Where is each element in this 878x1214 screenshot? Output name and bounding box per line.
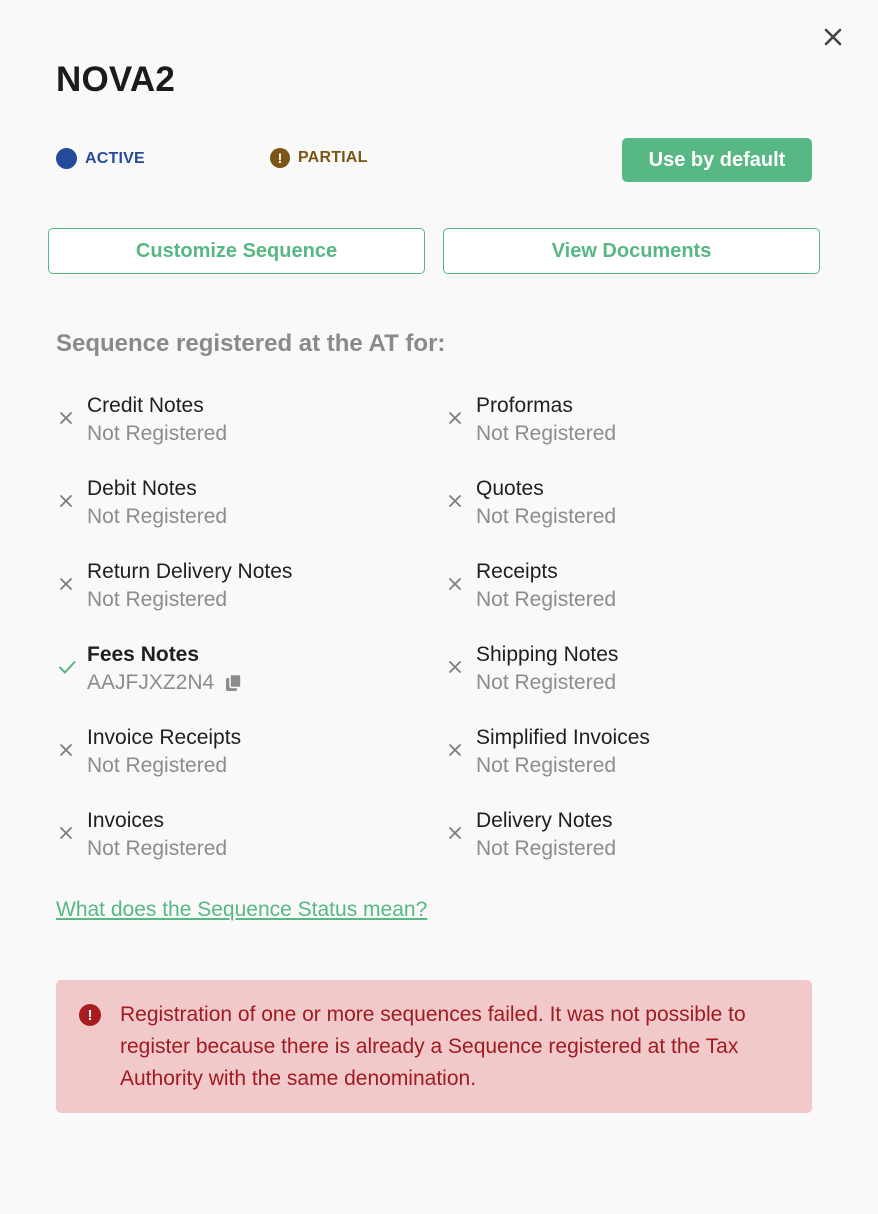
doc-item-debit-notes: Debit Notes Not Registered xyxy=(56,475,445,558)
close-icon xyxy=(824,28,842,46)
doc-name: Credit Notes xyxy=(87,394,204,417)
error-alert: ! Registration of one or more sequences … xyxy=(56,980,812,1113)
section-title: Sequence registered at the AT for: xyxy=(56,330,446,357)
x-icon xyxy=(56,558,87,597)
use-by-default-button[interactable]: Use by default xyxy=(622,138,812,182)
doc-name: Return Delivery Notes xyxy=(87,560,293,583)
doc-item-return-delivery-notes: Return Delivery Notes Not Registered xyxy=(56,558,445,641)
doc-item-quotes: Quotes Not Registered xyxy=(445,475,826,558)
doc-item-credit-notes: Credit Notes Not Registered xyxy=(56,392,445,475)
doc-item-fees-notes: Fees Notes AAJFJXZ2N4 xyxy=(56,641,445,724)
status-partial-label: PARTIAL xyxy=(298,149,368,166)
doc-status: Not Registered xyxy=(87,837,228,860)
doc-item-proformas: Proformas Not Registered xyxy=(445,392,826,475)
error-icon: ! xyxy=(79,1004,101,1026)
doc-status: Not Registered xyxy=(476,671,617,694)
x-icon xyxy=(445,392,476,431)
doc-name: Simplified Invoices xyxy=(476,726,650,749)
sequence-code: AAJFJXZ2N4 xyxy=(87,671,215,694)
doc-item-receipts: Receipts Not Registered xyxy=(445,558,826,641)
alert-message: Registration of one or more sequences fa… xyxy=(120,1003,746,1090)
x-icon xyxy=(445,475,476,514)
doc-status: Not Registered xyxy=(476,837,617,860)
exclamation-icon: ! xyxy=(270,148,290,168)
customize-sequence-button[interactable]: Customize Sequence xyxy=(48,228,425,274)
status-active: ACTIVE xyxy=(56,148,145,169)
sequence-status-help-link[interactable]: What does the Sequence Status mean? xyxy=(56,898,427,922)
doc-item-simplified-invoices: Simplified Invoices Not Registered xyxy=(445,724,826,807)
doc-status: Not Registered xyxy=(476,588,617,611)
x-icon xyxy=(56,724,87,763)
page-title: NOVA2 xyxy=(56,60,175,99)
doc-name: Quotes xyxy=(476,477,544,500)
doc-status: Not Registered xyxy=(87,754,228,777)
view-documents-button[interactable]: View Documents xyxy=(443,228,820,274)
doc-item-invoices: Invoices Not Registered xyxy=(56,807,445,890)
doc-name: Debit Notes xyxy=(87,477,197,500)
doc-name: Proformas xyxy=(476,394,573,417)
status-active-label: ACTIVE xyxy=(85,149,145,167)
doc-status: Not Registered xyxy=(476,505,617,528)
doc-status: Not Registered xyxy=(87,505,228,528)
doc-status: Not Registered xyxy=(87,588,228,611)
doc-name: Receipts xyxy=(476,560,558,583)
document-type-list: Credit Notes Not Registered Proformas No… xyxy=(56,392,826,890)
doc-status: Not Registered xyxy=(476,754,617,777)
status-partial: ! PARTIAL xyxy=(270,148,368,168)
doc-name: Shipping Notes xyxy=(476,643,619,666)
x-icon xyxy=(56,392,87,431)
doc-status-row: AAJFJXZ2N4 xyxy=(87,669,244,696)
x-icon xyxy=(56,807,87,846)
copy-icon[interactable] xyxy=(224,673,244,693)
doc-name: Fees Notes xyxy=(87,643,200,666)
doc-item-delivery-notes: Delivery Notes Not Registered xyxy=(445,807,826,890)
x-icon xyxy=(445,641,476,680)
x-icon xyxy=(445,807,476,846)
x-icon xyxy=(56,475,87,514)
x-icon xyxy=(445,724,476,763)
status-dot-icon xyxy=(56,148,77,169)
check-icon xyxy=(56,641,87,680)
doc-name: Invoice Receipts xyxy=(87,726,242,749)
doc-item-shipping-notes: Shipping Notes Not Registered xyxy=(445,641,826,724)
doc-name: Invoices xyxy=(87,809,165,832)
doc-item-invoice-receipts: Invoice Receipts Not Registered xyxy=(56,724,445,807)
doc-name: Delivery Notes xyxy=(476,809,613,832)
x-icon xyxy=(445,558,476,597)
doc-status: Not Registered xyxy=(87,422,228,445)
doc-status: Not Registered xyxy=(476,422,617,445)
close-button[interactable] xyxy=(820,24,846,50)
